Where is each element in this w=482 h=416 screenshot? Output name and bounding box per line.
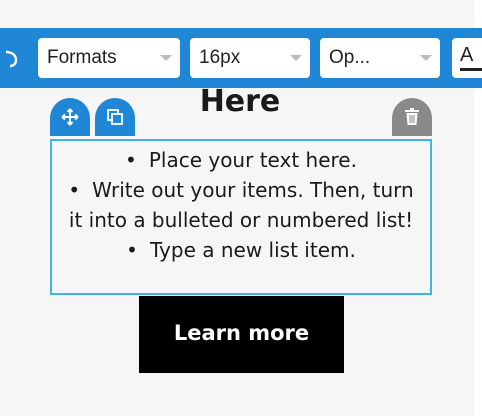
bullet-icon: • <box>126 238 138 262</box>
font-family-select-value: Op... <box>329 47 371 68</box>
list-item-text: Write out your items. Then, turn it into… <box>68 178 414 232</box>
formats-select-value: Formats <box>47 47 117 68</box>
list-item[interactable]: • Type a new list item. <box>52 235 430 265</box>
formats-select[interactable]: Formats <box>38 38 180 78</box>
font-size-select[interactable]: 16px <box>190 38 310 78</box>
delete-block-button[interactable] <box>392 98 432 136</box>
font-size-select-value: 16px <box>199 47 241 68</box>
chevron-down-icon <box>290 55 302 61</box>
text-color-underline <box>460 68 482 71</box>
trash-icon <box>405 108 419 125</box>
move-icon <box>61 108 79 126</box>
learn-more-button[interactable]: Learn more <box>139 296 344 373</box>
bullet-icon: • <box>125 148 137 172</box>
chevron-down-icon <box>420 55 432 61</box>
duplicate-block-button[interactable] <box>95 98 135 136</box>
formatting-toolbar: Formats 16px Op... A <box>0 28 482 88</box>
text-color-button[interactable]: A <box>452 38 482 78</box>
section-heading: Here <box>199 84 281 119</box>
duplicate-icon <box>107 109 123 125</box>
chevron-down-icon <box>160 55 172 61</box>
text-block-editor[interactable]: • Place your text here. • Write out your i… <box>50 139 432 295</box>
list-item[interactable]: • Write out your items. Then, turn it int… <box>52 175 430 235</box>
bullet-icon: • <box>68 178 81 202</box>
move-block-button[interactable] <box>50 98 90 136</box>
undo-icon[interactable] <box>0 44 22 72</box>
list-item[interactable]: • Place your text here. <box>52 145 430 175</box>
text-color-icon: A <box>460 44 474 66</box>
bulleted-list: • Place your text here. • Write out your i… <box>52 141 430 265</box>
list-item-text: Place your text here. <box>148 148 357 172</box>
font-family-select[interactable]: Op... <box>320 38 440 78</box>
list-item-text: Type a new list item. <box>149 238 356 262</box>
